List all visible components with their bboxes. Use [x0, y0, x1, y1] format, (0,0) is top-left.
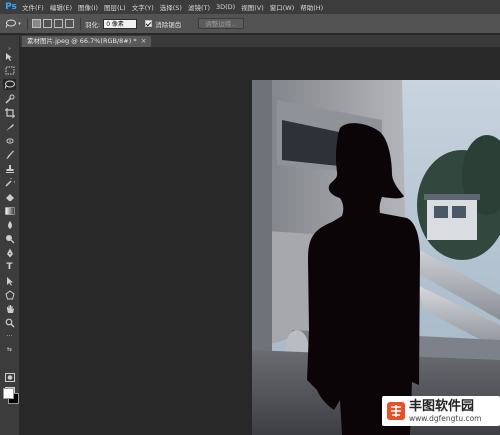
healing-icon[interactable] [3, 135, 16, 146]
refine-edge-button[interactable]: 调整边缘... [198, 18, 245, 29]
swap-colors-icon[interactable]: ⇆ [3, 344, 16, 355]
quick-mask-icon[interactable] [3, 372, 16, 383]
photoshop-logo: Ps [5, 2, 17, 12]
chevron-down-icon[interactable]: ▾ [16, 18, 23, 30]
menu-layer[interactable]: 图层(L) [104, 2, 126, 12]
close-icon[interactable]: × [141, 36, 147, 47]
options-bar: ▾ 羽化: 0 像素 消除锯齿 调整边缘... [0, 14, 500, 34]
antialias-label: 消除锯齿 [155, 20, 182, 29]
watermark-logo-icon [387, 402, 405, 420]
watermark-url: www.dgfengtu.com [409, 413, 482, 423]
menu-help[interactable]: 帮助(H) [300, 2, 323, 12]
menu-filter[interactable]: 滤镜(T) [188, 2, 210, 12]
watermark-name: 丰图软件园 [409, 398, 475, 414]
menu-window[interactable]: 窗口(W) [270, 2, 295, 12]
document-tab-bar: 素材图片.jpeg @ 66.7%(RGB/8#) * × [20, 35, 500, 47]
gradient-icon[interactable] [3, 205, 16, 216]
quick-select-icon[interactable] [3, 93, 16, 104]
lasso-tool-preset-icon[interactable] [4, 18, 16, 30]
menu-edit[interactable]: 编辑(E) [50, 2, 72, 12]
pen-icon[interactable] [3, 247, 16, 258]
more-tools-icon[interactable]: ··· [3, 331, 16, 342]
divider [27, 17, 28, 30]
menu-3d[interactable]: 3D(D) [216, 3, 235, 11]
divider [80, 17, 81, 30]
eraser-icon[interactable] [3, 191, 16, 202]
menu-bar: Ps 文件(F) 编辑(E) 图像(I) 图层(L) 文字(Y) 选择(S) 滤… [0, 0, 500, 14]
antialias-checkbox[interactable] [145, 20, 153, 27]
move-icon[interactable] [3, 51, 16, 62]
add-to-selection-button[interactable] [43, 19, 52, 28]
marquee-icon[interactable] [3, 65, 16, 76]
lasso-icon[interactable] [3, 79, 16, 90]
intersect-selection-button[interactable] [65, 19, 74, 28]
watermark-badge: 丰图软件园 www.dgfengtu.com [382, 396, 500, 426]
menu-file[interactable]: 文件(F) [22, 2, 44, 12]
menu-type[interactable]: 文字(Y) [132, 2, 154, 12]
menu-image[interactable]: 图像(I) [78, 2, 98, 12]
document-image[interactable] [252, 80, 500, 435]
eyedropper-icon[interactable] [3, 121, 16, 132]
clone-stamp-icon[interactable] [3, 163, 16, 174]
dodge-icon[interactable] [3, 233, 16, 244]
brush-icon[interactable] [3, 149, 16, 160]
history-brush-icon[interactable] [3, 177, 16, 188]
new-selection-button[interactable] [32, 19, 41, 28]
path-select-icon[interactable] [3, 275, 16, 286]
feather-input[interactable]: 0 像素 [103, 18, 138, 29]
photo-content [252, 80, 500, 435]
crop-icon[interactable] [3, 107, 16, 118]
menu-select[interactable]: 选择(S) [160, 2, 182, 12]
blur-icon[interactable] [3, 219, 16, 230]
hand-icon[interactable] [3, 303, 16, 314]
subtract-from-selection-button[interactable] [54, 19, 63, 28]
document-tab-title: 素材图片.jpeg @ 66.7%(RGB/8#) * [27, 37, 137, 45]
menu-view[interactable]: 视图(V) [241, 2, 264, 12]
type-icon[interactable]: T [3, 261, 16, 272]
feather-label: 羽化: [85, 20, 101, 29]
zoom-icon[interactable] [3, 317, 16, 328]
document-tab[interactable]: 素材图片.jpeg @ 66.7%(RGB/8#) * × [22, 36, 152, 47]
shape-icon[interactable] [3, 289, 16, 300]
foreground-color-swatch[interactable] [3, 388, 14, 399]
toolbox: » T ··· ⇆ [0, 35, 20, 435]
